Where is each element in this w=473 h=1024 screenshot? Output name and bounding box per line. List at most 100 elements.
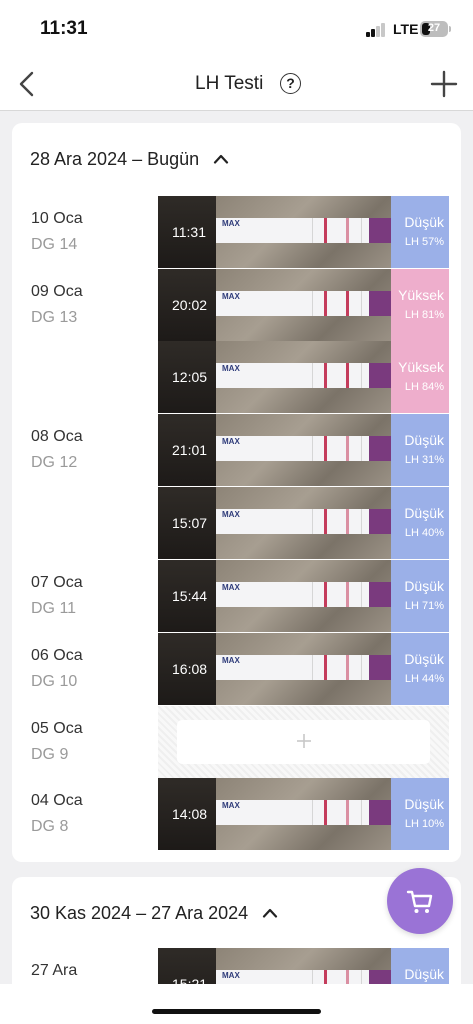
test-strip-photo: MAX 12:05 — [158, 341, 391, 413]
result-badge: Düşük LH 40% — [391, 487, 449, 559]
control-line — [324, 582, 327, 607]
battery-icon: 27 — [420, 21, 448, 37]
status-bar: 11:31 LTE 27 — [0, 0, 473, 62]
lh-percentage: LH 57% — [404, 236, 444, 248]
test-row: 05 Oca DG 9 — [12, 706, 461, 778]
test-strip-photo: MAX 21:01 — [158, 414, 391, 486]
strip-max-label: MAX — [222, 510, 240, 519]
cycle-day: DG 8 — [31, 818, 69, 835]
cycle-day: DG 12 — [31, 454, 78, 471]
lh-test-strip: MAX — [216, 363, 391, 388]
strip-window — [312, 655, 362, 680]
lh-percentage: LH 81% — [404, 309, 444, 321]
plus-icon[interactable] — [430, 70, 458, 98]
test-result-tile[interactable]: MAX 20:02 Yüksek LH 81% — [158, 269, 449, 341]
result-badge: Yüksek LH 84% — [391, 341, 449, 413]
test-strip-photo: MAX 20:02 — [158, 269, 391, 341]
strip-window — [312, 582, 362, 607]
result-label: Düşük — [404, 796, 444, 812]
test-result-tile[interactable]: MAX 12:05 Yüksek LH 84% — [158, 341, 449, 413]
lh-test-strip: MAX — [216, 436, 391, 461]
test-result-tile[interactable]: MAX 15:44 Düşük LH 71% — [158, 560, 449, 632]
cycle-day: DG 13 — [31, 309, 78, 326]
strip-window — [312, 436, 362, 461]
lh-test-strip: MAX — [216, 218, 391, 243]
result-label: Düşük — [404, 651, 444, 667]
test-result-tile[interactable]: MAX 15:07 Düşük LH 40% — [158, 487, 449, 559]
result-badge: Düşük LH 44% — [391, 633, 449, 705]
strip-max-label: MAX — [222, 801, 240, 810]
test-time: 14:08 — [172, 806, 208, 822]
test-line — [346, 291, 349, 316]
cycle-day: DG 10 — [31, 673, 78, 690]
group-header-previous[interactable]: 30 Kas 2024 – 27 Ara 2024 — [30, 901, 278, 925]
test-strip-photo: MAX 11:31 — [158, 196, 391, 268]
row-date: 10 Oca — [31, 210, 83, 227]
chevron-left-icon[interactable] — [16, 70, 40, 98]
test-row: 04 Oca DG 8 MAX 14:08 Düşük LH 10% — [12, 778, 461, 850]
strip-max-label: MAX — [222, 364, 240, 373]
control-line — [324, 800, 327, 825]
strip-handle — [369, 436, 391, 461]
test-line — [346, 800, 349, 825]
result-badge: Düşük LH 31% — [391, 414, 449, 486]
row-date: 09 Oca — [31, 283, 83, 300]
row-date: 05 Oca — [31, 720, 83, 737]
strip-max-label: MAX — [222, 583, 240, 592]
strip-window — [312, 363, 362, 388]
cart-button[interactable] — [387, 868, 453, 934]
test-result-tile[interactable]: MAX 21:01 Düşük LH 31% — [158, 414, 449, 486]
battery-tip — [449, 26, 451, 32]
test-result-tile[interactable]: MAX 11:31 Düşük LH 57% — [158, 196, 449, 268]
help-icon[interactable]: ? — [280, 73, 301, 94]
strip-max-label: MAX — [222, 971, 240, 980]
test-strip-photo: MAX 15:07 — [158, 487, 391, 559]
test-line — [346, 509, 349, 534]
group-header-current[interactable]: 28 Ara 2024 – Bugün — [30, 147, 229, 171]
lh-test-strip: MAX — [216, 800, 391, 825]
lh-percentage: LH 10% — [404, 818, 444, 830]
cycle-day: DG 14 — [31, 236, 78, 253]
test-strip-photo: MAX 15:44 — [158, 560, 391, 632]
group-title: 30 Kas 2024 – 27 Ara 2024 — [30, 902, 249, 923]
add-test-button[interactable] — [177, 720, 430, 764]
test-time: 15:07 — [172, 515, 208, 531]
control-line — [324, 509, 327, 534]
test-row: MAX 12:05 Yüksek LH 84% — [12, 341, 461, 413]
test-time: 12:05 — [172, 369, 208, 385]
plus-icon — [297, 734, 311, 748]
result-label: Düşük — [404, 214, 444, 230]
result-label: Düşük — [404, 505, 444, 521]
test-time: 16:08 — [172, 661, 208, 677]
chevron-up-icon — [263, 908, 278, 918]
home-indicator — [0, 984, 473, 1024]
strip-handle — [369, 800, 391, 825]
lh-test-strip: MAX — [216, 291, 391, 316]
home-bar — [152, 1009, 321, 1014]
test-row: 06 Oca DG 10 MAX 16:08 Düşük LH 44% — [12, 633, 461, 705]
strip-handle — [369, 363, 391, 388]
row-date: 04 Oca — [31, 792, 83, 809]
strip-window — [312, 218, 362, 243]
strip-max-label: MAX — [222, 292, 240, 301]
battery-level: 27 — [427, 22, 441, 34]
test-result-tile[interactable]: MAX 14:08 Düşük LH 10% — [158, 778, 449, 850]
test-result-tile[interactable]: MAX 16:08 Düşük LH 44% — [158, 633, 449, 705]
row-date: 07 Oca — [31, 574, 83, 591]
control-line — [324, 436, 327, 461]
row-date: 27 Ara — [31, 962, 78, 979]
result-badge: Düşük LH 10% — [391, 778, 449, 850]
control-line — [324, 655, 327, 680]
test-line — [346, 436, 349, 461]
lh-test-strip: MAX — [216, 655, 391, 680]
status-time: 11:31 — [40, 18, 88, 39]
strip-handle — [369, 582, 391, 607]
strip-max-label: MAX — [222, 219, 240, 228]
test-line — [346, 363, 349, 388]
strip-handle — [369, 291, 391, 316]
result-badge: Düşük LH 71% — [391, 560, 449, 632]
cycle-day: DG 9 — [31, 746, 69, 763]
result-label: Yüksek — [398, 287, 444, 303]
test-strip-photo: MAX 16:08 — [158, 633, 391, 705]
result-badge: Düşük LH 57% — [391, 196, 449, 268]
